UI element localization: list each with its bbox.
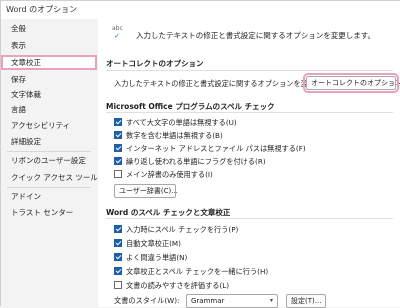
- option-label: 入力時にスペル チェックを行う(P): [126, 225, 239, 234]
- sidebar-item-customize-ribbon[interactable]: リボンのユーザー設定: [1, 154, 97, 167]
- word-spell-heading: Word のスペル チェックと文章校正: [106, 208, 231, 217]
- checkbox[interactable]: [114, 239, 122, 247]
- checkbox[interactable]: [114, 157, 122, 165]
- title-bar: Word のオプション: [1, 1, 400, 17]
- custom-dictionaries-button[interactable]: ユーザー辞書(C)...: [114, 184, 178, 198]
- sidebar: 全般 表示 文章校正 保存 文字体裁 言語 アクセシビリティ 詳細設定 リボンの…: [1, 19, 99, 307]
- checkbox[interactable]: [114, 267, 122, 275]
- writing-style-value: Grammar: [191, 297, 225, 305]
- sidebar-item-addins[interactable]: アドイン: [1, 190, 97, 203]
- option-label: 文書の読みやすさを評価する(L): [126, 281, 230, 290]
- option-label: 繰り返し使われる単語にフラグを付ける(R): [126, 157, 266, 166]
- autocorrect-heading: オートコレクトのオプション: [106, 59, 204, 68]
- checkbox[interactable]: [114, 118, 122, 126]
- sidebar-item-advanced[interactable]: 詳細設定: [1, 135, 97, 148]
- checkbox[interactable]: [114, 131, 122, 139]
- sidebar-item-trust-center[interactable]: トラスト センター: [1, 206, 97, 219]
- sidebar-item-accessibility[interactable]: アクセシビリティ: [1, 119, 97, 132]
- checkbox[interactable]: [114, 253, 122, 261]
- sidebar-divider: [7, 151, 91, 152]
- sidebar-item-proofing[interactable]: 文章校正: [1, 55, 97, 70]
- checkbox[interactable]: [114, 144, 122, 152]
- option-label: よく間違う単語(N): [126, 253, 188, 262]
- section-divider: [106, 70, 393, 71]
- proofing-abc-icon: abc ✓: [112, 25, 123, 40]
- sidebar-item-general[interactable]: 全般: [1, 22, 97, 35]
- option-label: すべて大文字の単語は無視する(U): [126, 118, 237, 127]
- sidebar-item-quick-access-toolbar[interactable]: クイック アクセス ツール バー: [1, 171, 97, 184]
- option-label: 文章校正とスペル チェックを一緒に行う(H): [126, 267, 269, 276]
- section-divider: [106, 218, 393, 219]
- main-panel: abc ✓ 入力したテキストの修正と書式設定に関するオプションを変更します。 オ…: [98, 17, 400, 308]
- option-label: メイン辞書のみ使用する(I): [126, 170, 213, 179]
- sidebar-item-language[interactable]: 言語: [1, 103, 97, 116]
- checkbox[interactable]: [114, 170, 122, 178]
- sidebar-item-display[interactable]: 表示: [1, 39, 97, 52]
- sidebar-divider: [7, 187, 91, 188]
- checkbox[interactable]: [114, 225, 122, 233]
- checkbox[interactable]: [114, 281, 122, 289]
- chevron-down-icon: ▾: [269, 297, 273, 304]
- options-dialog: Word のオプション 全般 表示 文章校正 保存 文字体裁 言語 アクセシビリ…: [0, 0, 400, 308]
- window-title: Word のオプション: [6, 5, 78, 14]
- page-intro: 入力したテキストの修正と書式設定に関するオプションを変更します。: [136, 31, 376, 40]
- autocorrect-options-button[interactable]: オートコレクトのオプション(A)...: [303, 73, 400, 93]
- option-label: 数字を含む単語は無視する(B): [126, 131, 223, 140]
- office-spell-heading: Microsoft Office プログラムのスペル チェック: [106, 102, 275, 111]
- option-label: 自動文章校正(M): [126, 239, 181, 248]
- writing-style-label: 文書のスタイル(W):: [114, 296, 180, 305]
- section-divider: [106, 112, 393, 113]
- sidebar-item-save[interactable]: 保存: [1, 73, 97, 86]
- sidebar-item-typography[interactable]: 文字体裁: [1, 88, 97, 101]
- option-label: インターネット アドレスとファイル パスは無視する(F): [126, 144, 306, 153]
